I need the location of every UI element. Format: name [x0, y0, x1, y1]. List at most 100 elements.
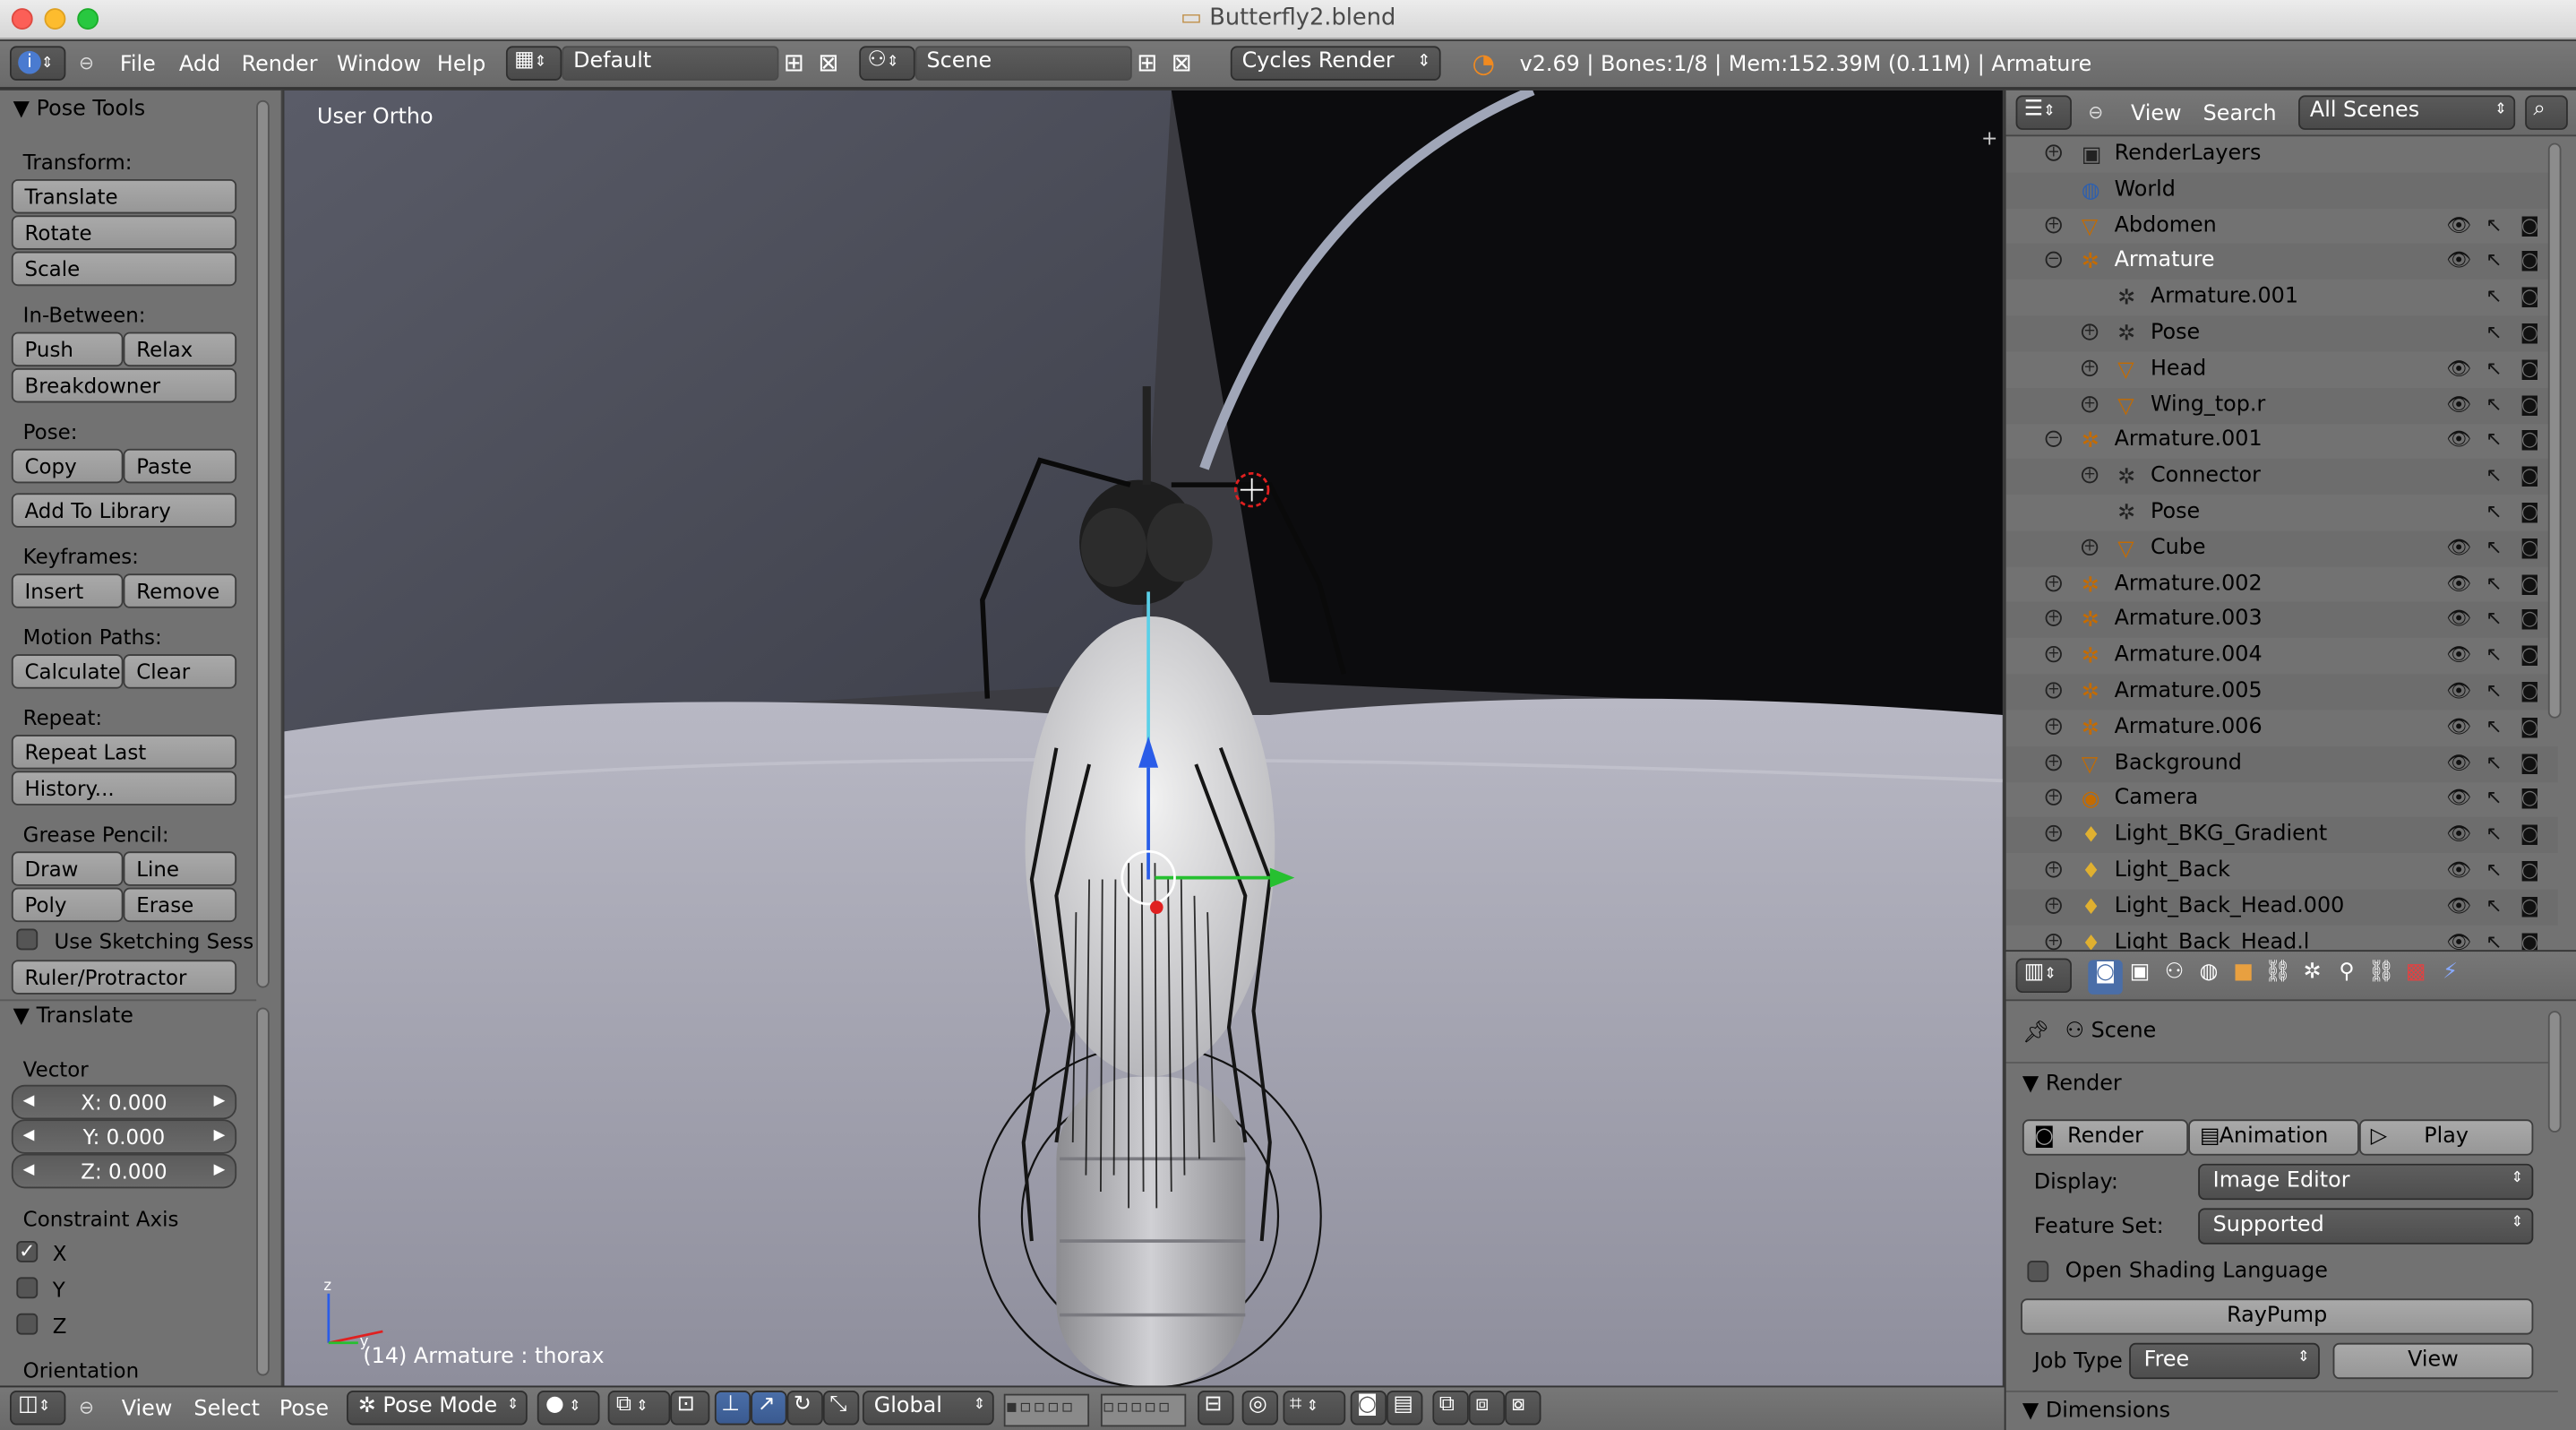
expand-toggle-icon[interactable]: + [2045, 789, 2062, 806]
bone-constraints-tab-icon[interactable]: ⛓ [2364, 960, 2399, 995]
outliner-row[interactable]: + ♦ Light_Back_Head.l 👁︎ ↖ ◙ [2006, 925, 2558, 950]
manipulator-toggle[interactable]: ⊥ [714, 1390, 751, 1426]
outliner-row-label[interactable]: Connector [2151, 464, 2261, 489]
interaction-mode-dropdown[interactable]: ✲ Pose Mode ⇕ [347, 1390, 528, 1426]
outliner-row[interactable]: + ✲ Armature.004 👁︎ ↖ ◙ [2006, 638, 2558, 674]
outliner-row-label[interactable]: Armature.002 [2115, 572, 2263, 597]
outliner-menu-view[interactable]: View [2131, 102, 2182, 127]
menu-window[interactable]: Window [337, 53, 421, 78]
renderability-camera-icon[interactable]: ◙ [2520, 679, 2539, 702]
collapse-menus-icon[interactable]: ⊖ [79, 1397, 94, 1418]
only-manipulate-origins-toggle[interactable]: ⊡ [670, 1390, 710, 1426]
vector-z-field[interactable]: ◀ Z: 0.000 ▶ [11, 1153, 237, 1189]
add-to-library-button[interactable]: Add To Library [11, 493, 237, 528]
pose-tools-panel-header[interactable]: ▼ Pose Tools [13, 97, 145, 122]
expand-toggle-icon[interactable]: + [2045, 754, 2062, 771]
expand-toggle-icon[interactable]: − [2045, 431, 2062, 448]
selectability-cursor-icon[interactable]: ↖ [2486, 715, 2502, 738]
snap-element-dropdown[interactable]: ⌗ ⇕ [1283, 1390, 1346, 1426]
renderability-camera-icon[interactable]: ◙ [2520, 787, 2539, 810]
expand-toggle-icon[interactable]: + [2045, 646, 2062, 663]
rotate-manipulator-toggle[interactable]: ↻ [786, 1390, 823, 1426]
3d-viewport[interactable]: z y User Ortho (14) Armature : thorax + [284, 90, 2003, 1386]
expand-toggle-icon[interactable]: + [2081, 467, 2099, 484]
poly-button[interactable]: Poly [11, 887, 124, 923]
selectability-cursor-icon[interactable]: ↖ [2486, 321, 2502, 344]
render-layers-tab-icon[interactable]: ▣ [2123, 960, 2158, 995]
calculate-paths-button[interactable]: Calculate [11, 654, 124, 689]
outliner-row-label[interactable]: Armature.006 [2115, 715, 2263, 740]
erase-button[interactable]: Erase [123, 887, 237, 923]
visibility-eye-icon[interactable]: 👁︎ [2446, 715, 2471, 738]
visibility-eye-icon[interactable]: 👁︎ [2446, 213, 2471, 237]
outliner-row[interactable]: + ✲ Armature.006 👁︎ ↖ ◙ [2006, 710, 2558, 745]
outliner-row-label[interactable]: Light_Back_Head.000 [2115, 894, 2345, 919]
outliner-row[interactable]: + ♦ Light_Back_Head.000 👁︎ ↖ ◙ [2005, 889, 2558, 926]
selectability-cursor-icon[interactable]: ↖ [2486, 285, 2502, 308]
play-button[interactable]: ▷ Play [2358, 1119, 2534, 1156]
selectability-cursor-icon[interactable]: ↖ [2486, 751, 2502, 774]
expand-toggle-icon[interactable]: + [2045, 861, 2062, 878]
expand-toggle-icon[interactable]: + [2081, 538, 2099, 556]
menu-add[interactable]: Add [179, 53, 220, 78]
decrement-arrow-icon[interactable]: ◀ [23, 1162, 35, 1178]
outliner-row-label[interactable]: Armature.001 [2115, 428, 2263, 453]
outliner-row[interactable]: − ✲ Armature.001 👁︎ ↖ ◙ [2006, 423, 2558, 459]
delete-scene-icon[interactable]: ⊠ [1172, 47, 1192, 77]
outliner-row-label[interactable]: Armature.004 [2115, 643, 2263, 668]
outliner-row[interactable]: − ✲ Armature 👁︎ ↖ ◙ [2005, 244, 2558, 280]
proportional-editing-toggle[interactable]: ◎ [1241, 1390, 1279, 1426]
renderability-camera-icon[interactable]: ◙ [2520, 392, 2539, 416]
search-button[interactable]: ⌕ [2525, 95, 2568, 130]
increment-arrow-icon[interactable]: ▶ [214, 1127, 226, 1143]
scale-button[interactable]: Scale [11, 251, 237, 287]
outliner-row-label[interactable]: Abdomen [2115, 213, 2217, 238]
outliner-row[interactable]: +▣RenderLayers↖◙ [2006, 136, 2558, 172]
toolshelf-scrollbar[interactable] [256, 99, 270, 988]
properties-region-toggle[interactable]: + [1981, 126, 1997, 150]
selectability-cursor-icon[interactable]: ↖ [2486, 464, 2502, 487]
render-engine-dropdown[interactable]: Cycles Render ⇕ [1230, 46, 1441, 81]
selectability-cursor-icon[interactable]: ↖ [2486, 858, 2502, 882]
outliner-row-label[interactable]: World [2115, 177, 2176, 202]
use-sketching-checkbox[interactable] [16, 928, 39, 951]
menu-render[interactable]: Render [242, 53, 318, 78]
expand-toggle-icon[interactable]: + [2045, 574, 2062, 591]
selectability-cursor-icon[interactable]: ↖ [2486, 357, 2502, 380]
menu-help[interactable]: Help [437, 53, 485, 78]
outliner-row[interactable]: + ▽ Background 👁︎ ↖ ◙ [2005, 745, 2558, 782]
visibility-eye-icon[interactable]: 👁︎ [2446, 930, 2471, 951]
render-tab-icon[interactable]: ◙ [2088, 960, 2123, 995]
translate-operator-panel-header[interactable]: ▼ Translate [13, 1004, 133, 1029]
outliner-row[interactable]: + ✲ Armature.002 👁︎ ↖ ◙ [2006, 566, 2558, 602]
expand-toggle-icon[interactable]: + [2045, 144, 2062, 161]
renderability-camera-icon[interactable]: ◙ [2520, 572, 2539, 595]
outliner-row[interactable]: + ✲ Armature.005 👁︎ ↖ ◙ [2005, 674, 2558, 711]
copy-pose-icon-button[interactable]: ⧉ [1432, 1390, 1469, 1426]
constraint-x-checkbox[interactable]: ✓ [16, 1241, 39, 1262]
renderability-camera-icon[interactable]: ◙ [2520, 285, 2539, 308]
viewport-shading-dropdown[interactable]: ● ⇕ [537, 1390, 600, 1426]
selectability-cursor-icon[interactable]: ↖ [2486, 787, 2502, 810]
renderability-camera-icon[interactable]: ◙ [2520, 715, 2539, 738]
armature-data-tab-icon[interactable]: ✲ [2295, 960, 2330, 995]
constraint-z-checkbox[interactable] [16, 1313, 39, 1335]
history-button[interactable]: History... [11, 771, 237, 805]
rotate-button[interactable]: Rotate [11, 215, 237, 250]
feature-set-dropdown[interactable]: Supported ⇕ [2198, 1208, 2534, 1245]
renderability-camera-icon[interactable]: ◙ [2520, 894, 2539, 917]
constraint-y-checkbox[interactable] [16, 1277, 39, 1299]
transform-orientation-dropdown[interactable]: Global ⇕ [862, 1390, 994, 1426]
selectability-cursor-icon[interactable]: ↖ [2486, 679, 2502, 702]
renderability-camera-icon[interactable]: ◙ [2520, 321, 2539, 344]
editor-type-outliner-button[interactable]: ☰⇕ [2015, 95, 2072, 130]
selectability-cursor-icon[interactable]: ↖ [2486, 536, 2502, 559]
renderability-camera-icon[interactable]: ◙ [2520, 930, 2539, 951]
object-tab-icon[interactable]: ■ [2226, 960, 2261, 995]
increment-arrow-icon[interactable]: ▶ [214, 1162, 226, 1178]
outliner-row[interactable]: + ♦ Light_Back 👁︎ ↖ ◙ [2006, 853, 2558, 889]
outliner-row-label[interactable]: Armature.001 [2151, 285, 2298, 310]
outliner-menu-search[interactable]: Search [2203, 102, 2277, 127]
renderability-camera-icon[interactable]: ◙ [2520, 357, 2539, 380]
outliner-row[interactable]: + ✲ Connector ↖ ◙ [2005, 459, 2558, 495]
